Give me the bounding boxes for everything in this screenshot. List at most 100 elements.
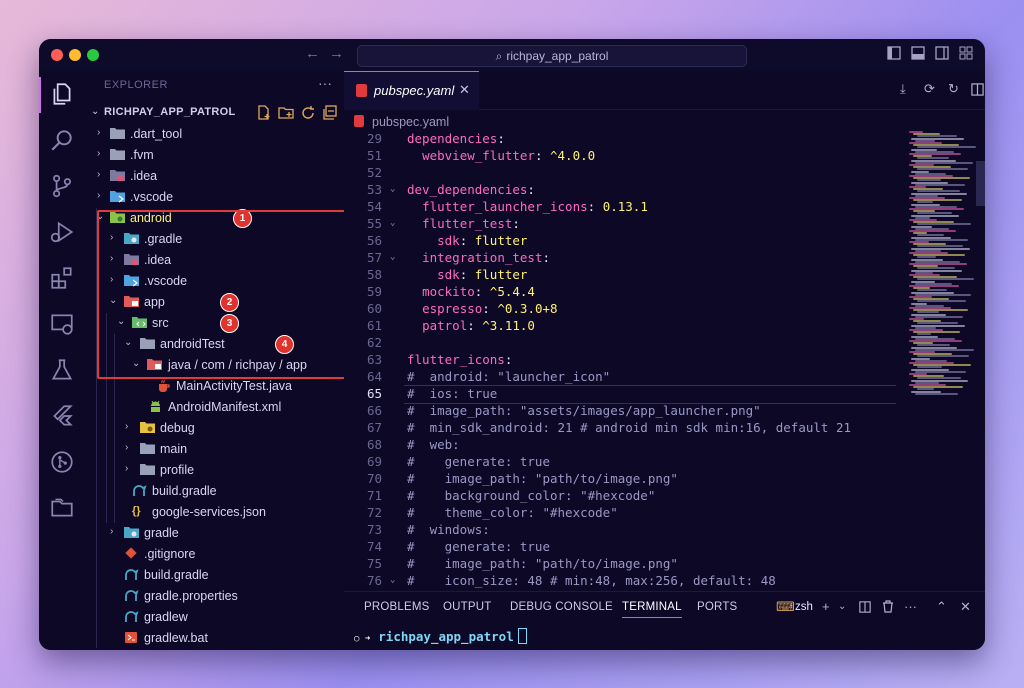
minimap[interactable] xyxy=(909,131,976,401)
tab-problems[interactable]: PROBLEMS xyxy=(364,601,430,613)
tree-item-dart-tool[interactable]: › .dart_tool xyxy=(86,124,344,145)
line-number: 55 xyxy=(366,216,382,231)
code-line: mockito: ^5.4.4 xyxy=(422,284,535,299)
code-line: # image_path: "path/to/image.png" xyxy=(407,556,678,571)
line-number: 57 xyxy=(366,250,382,265)
tree-item-gitignore[interactable]: .gitignore xyxy=(86,544,344,565)
fold-chevron-icon[interactable]: ⌄ xyxy=(390,575,395,585)
minimize-window-button[interactable] xyxy=(69,49,81,61)
tree-item-vscode[interactable]: › .vscode xyxy=(86,187,344,208)
tree-item-debug[interactable]: › debug xyxy=(86,418,344,439)
code-line: sdk: flutter xyxy=(437,267,528,282)
explorer-icon[interactable] xyxy=(49,81,75,107)
tab-ports[interactable]: PORTS xyxy=(697,601,737,613)
sync-icon[interactable]: ⟳ xyxy=(924,81,935,97)
vscode-folder-icon xyxy=(110,191,125,203)
fold-chevron-icon[interactable]: ⌄ xyxy=(390,218,395,228)
new-file-icon[interactable] xyxy=(256,105,272,121)
tree-item-main[interactable]: › main xyxy=(86,439,344,460)
line-number: 63 xyxy=(366,352,382,367)
remote-explorer-icon[interactable] xyxy=(49,311,75,337)
code-editor[interactable]: 29 dependencies: 51 webview_flutter: ^4.0.… xyxy=(344,131,964,591)
maximize-panel-icon[interactable]: ⌃ xyxy=(936,599,947,615)
code-line: integration_test: xyxy=(422,250,551,265)
tab-debug-console[interactable]: DEBUG CONSOLE xyxy=(510,601,613,613)
gradle-icon xyxy=(125,590,139,601)
yaml-file-icon xyxy=(356,84,367,97)
forward-arrow-icon[interactable]: → xyxy=(329,45,344,62)
more-actions-icon[interactable]: ··· xyxy=(904,599,917,614)
fold-chevron-icon[interactable]: ⌄ xyxy=(390,252,395,262)
tab-output[interactable]: OUTPUT xyxy=(443,601,491,613)
close-tab-icon[interactable]: ✕ xyxy=(459,82,470,98)
line-number: 70 xyxy=(366,471,382,486)
tree-item-profile[interactable]: › profile xyxy=(86,460,344,481)
split-terminal-icon[interactable] xyxy=(859,601,871,613)
tree-item-idea[interactable]: › .idea xyxy=(86,166,344,187)
source-control-icon[interactable] xyxy=(49,173,75,199)
split-editor-icon[interactable] xyxy=(971,83,984,96)
close-panel-icon[interactable]: ✕ xyxy=(960,599,971,615)
tree-item-label: gradle xyxy=(144,526,179,540)
tree-item-label: main xyxy=(160,442,188,456)
activity-bar xyxy=(39,71,87,650)
extensions-icon[interactable] xyxy=(49,265,75,291)
tree-item-app-build-gradle[interactable]: build.gradle xyxy=(86,481,344,502)
tab-pubspec-yaml[interactable]: pubspec.yaml ✕ xyxy=(344,71,479,110)
chevron-right-icon: › xyxy=(125,442,129,453)
toggle-sidebar-icon[interactable] xyxy=(887,46,901,60)
tree-item-fvm[interactable]: › .fvm xyxy=(86,145,344,166)
toggle-panel-icon[interactable] xyxy=(911,46,925,60)
toggle-secondary-sidebar-icon[interactable] xyxy=(935,46,949,60)
back-arrow-icon[interactable]: ← xyxy=(305,45,320,62)
code-line: patrol: ^3.11.0 xyxy=(422,318,535,333)
customize-layout-icon[interactable] xyxy=(959,46,973,60)
search-text: richpay_app_patrol xyxy=(506,49,609,63)
fold-chevron-icon[interactable]: ⌄ xyxy=(390,184,395,194)
line-number: 69 xyxy=(366,454,382,469)
refresh-icon[interactable] xyxy=(300,105,316,121)
tree-item-gradle-properties[interactable]: gradle.properties xyxy=(86,586,344,607)
vertical-scrollbar[interactable] xyxy=(976,161,985,206)
maximize-window-button[interactable] xyxy=(87,49,99,61)
gradle-icon xyxy=(125,611,139,622)
folder-icon xyxy=(110,149,125,160)
git-file-icon xyxy=(125,547,137,559)
testing-flask-icon[interactable] xyxy=(49,357,75,383)
git-graph-icon[interactable] xyxy=(49,449,75,475)
tab-terminal[interactable]: TERMINAL xyxy=(622,601,682,618)
new-terminal-icon[interactable]: + xyxy=(822,599,830,614)
run-debug-icon[interactable] xyxy=(49,219,75,245)
history-icon[interactable]: ↻ xyxy=(948,81,959,97)
line-number: 74 xyxy=(366,539,382,554)
code-line: # android: "launcher_icon" xyxy=(407,369,611,384)
line-number: 61 xyxy=(366,318,382,333)
tree-item-gradlew[interactable]: gradlew xyxy=(86,607,344,628)
tree-item-android-manifest[interactable]: AndroidManifest.xml xyxy=(86,397,344,418)
tree-item-gradle-folder[interactable]: › gradle xyxy=(86,523,344,544)
more-actions-icon[interactable]: ··· xyxy=(318,75,332,91)
shell-label[interactable]: zsh xyxy=(795,601,813,613)
flutter-icon[interactable] xyxy=(49,403,75,429)
tree-item-google-services[interactable]: {} google-services.json xyxy=(86,502,344,523)
workspace-root[interactable]: ⌄ RICHPAY_APP_PATROL xyxy=(86,103,344,123)
java-file-icon xyxy=(159,379,170,392)
chevron-down-icon[interactable]: ⌄ xyxy=(838,601,846,612)
search-icon: ⌕ xyxy=(495,49,503,63)
breadcrumb[interactable]: pubspec.yaml xyxy=(354,115,449,129)
tree-item-gradlew-bat[interactable]: gradlew.bat xyxy=(86,628,344,649)
collapse-all-icon[interactable] xyxy=(322,105,338,121)
tree-item-build-gradle[interactable]: build.gradle xyxy=(86,565,344,586)
tree-item-label: gradlew.bat xyxy=(144,631,208,645)
code-line: # ios: true xyxy=(407,386,498,401)
command-center-search[interactable]: ⌕ richpay_app_patrol xyxy=(357,45,747,67)
tree-item-main-activity-test[interactable]: MainActivityTest.java xyxy=(86,376,344,397)
terminal-shell-icon[interactable]: ⌨ xyxy=(776,599,795,615)
download-icon[interactable]: ⤓ xyxy=(900,81,906,97)
new-folder-icon[interactable] xyxy=(278,105,294,121)
terminal-output[interactable]: ○ ➜ richpay_app_patrol xyxy=(354,628,527,644)
search-icon[interactable] xyxy=(49,127,75,153)
project-manager-icon[interactable] xyxy=(49,495,75,521)
trash-icon[interactable] xyxy=(882,600,894,613)
close-window-button[interactable] xyxy=(51,49,63,61)
